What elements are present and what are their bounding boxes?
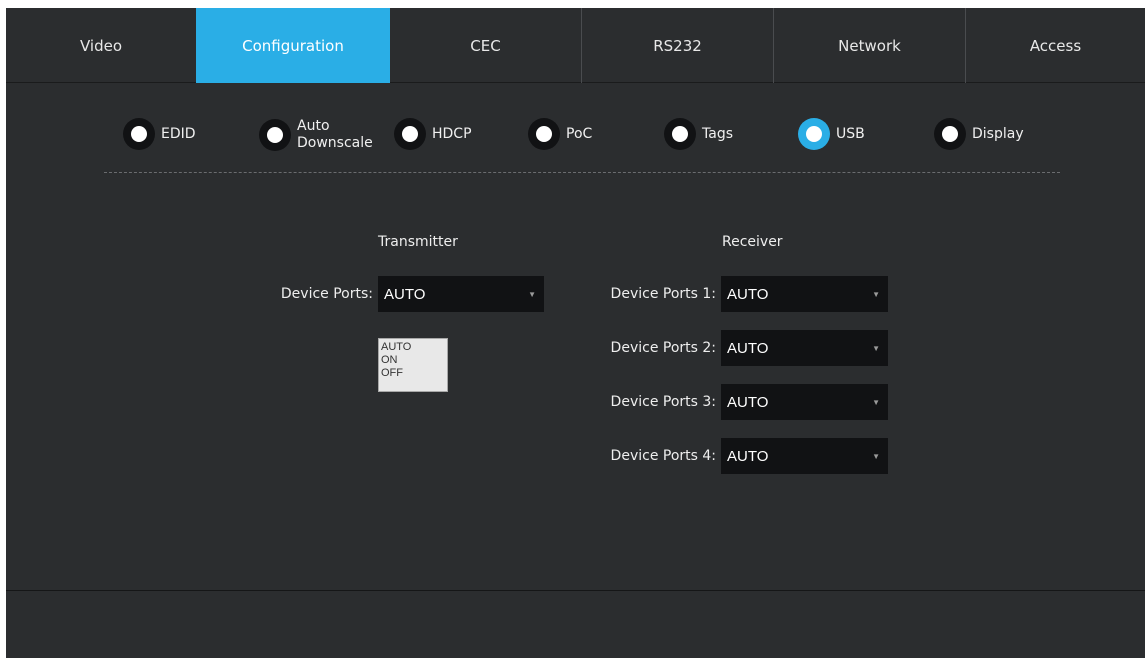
option-auto-downscale-line1: Auto [297,118,330,134]
receiver-port-1-value: AUTO [727,285,769,303]
receiver-port-4-value: AUTO [727,447,769,465]
radio-usb[interactable] [798,118,830,150]
option-hdcp-label: HDCP [432,125,472,142]
radio-auto-downscale[interactable] [259,119,291,151]
option-display-label: Display [972,125,1024,142]
receiver-port-1-select[interactable]: AUTO ▼ [721,276,888,312]
option-usb-label: USB [836,125,865,142]
tab-video-label: Video [79,36,123,55]
option-usb[interactable]: USB [798,118,865,150]
tab-network[interactable]: Network [773,8,965,83]
option-hdcp[interactable]: HDCP [394,118,472,150]
transmitter-device-ports-dropdown[interactable]: AUTO ON OFF [378,338,448,392]
transmitter-device-ports-select[interactable]: AUTO ▼ [378,276,544,312]
radio-hdcp[interactable] [394,118,426,150]
chevron-down-icon: ▼ [872,289,880,299]
tab-rs232[interactable]: RS232 [581,8,773,83]
tab-cec[interactable]: CEC [390,8,581,83]
tab-configuration[interactable]: Configuration [196,8,390,83]
receiver-port-4-select[interactable]: AUTO ▼ [721,438,888,474]
tab-configuration-label: Configuration [242,36,344,55]
receiver-port-2-label: Device Ports 2: [610,340,716,356]
dropdown-option-off[interactable]: OFF [381,367,445,380]
footer-divider [6,590,1145,591]
option-poc[interactable]: PoC [528,118,592,150]
transmitter-heading: Transmitter [378,234,458,250]
option-tags[interactable]: Tags [664,118,733,150]
chevron-down-icon: ▼ [872,451,880,461]
option-auto-downscale-label: Auto Downscale [297,118,373,152]
section-divider [104,172,1060,173]
radio-display[interactable] [934,118,966,150]
option-poc-label: PoC [566,125,593,142]
option-auto-downscale[interactable]: Auto Downscale [259,118,373,152]
option-display[interactable]: Display [934,118,1024,150]
option-auto-downscale-line2: Downscale [297,135,373,151]
option-edid-label: EDID [161,125,196,142]
receiver-port-4-label: Device Ports 4: [610,448,716,464]
radio-poc[interactable] [528,118,560,150]
option-edid[interactable]: EDID [123,118,196,150]
tab-access[interactable]: Access [965,8,1145,83]
receiver-port-2-select[interactable]: AUTO ▼ [721,330,888,366]
app-window: Video Configuration CEC RS232 Network Ac… [6,8,1145,658]
receiver-port-3-value: AUTO [727,393,769,411]
dropdown-option-on[interactable]: ON [381,354,445,367]
radio-edid[interactable] [123,118,155,150]
transmitter-device-ports-label: Device Ports: [280,286,373,302]
tab-video[interactable]: Video [6,8,196,83]
tab-cec-label: CEC [470,36,501,55]
receiver-port-2-value: AUTO [727,339,769,357]
receiver-heading: Receiver [722,234,783,250]
radio-tags[interactable] [664,118,696,150]
dropdown-option-auto[interactable]: AUTO [381,341,445,354]
main-tab-bar: Video Configuration CEC RS232 Network Ac… [6,8,1145,83]
chevron-down-icon: ▼ [872,343,880,353]
receiver-port-1-label: Device Ports 1: [610,286,716,302]
receiver-port-3-select[interactable]: AUTO ▼ [721,384,888,420]
receiver-port-3-label: Device Ports 3: [610,394,716,410]
tab-rs232-label: RS232 [653,36,702,55]
tab-network-label: Network [838,36,901,55]
transmitter-device-ports-value: AUTO [384,285,426,303]
option-tags-label: Tags [702,125,733,142]
chevron-down-icon: ▼ [528,289,536,299]
tab-access-label: Access [1029,36,1082,55]
chevron-down-icon: ▼ [872,397,880,407]
